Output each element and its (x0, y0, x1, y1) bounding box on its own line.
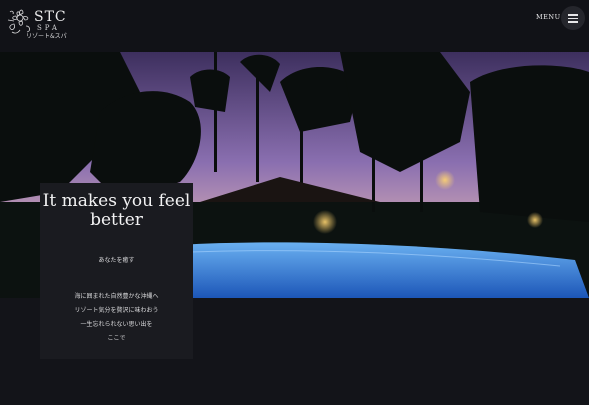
description-line: 一生忘れられない思い出を (80, 321, 153, 328)
hero-card: It makes you feel better あなたを癒す 海に囲まれた自然… (40, 183, 193, 359)
hero-description: 海に囲まれた自然豊かな沖縄へ リゾート気分を贅沢に味わおう 一生忘れられない思い… (40, 290, 193, 346)
site-header: STC SPA リゾート&スパ MENU (0, 0, 589, 52)
menu-label[interactable]: MENU (536, 13, 561, 21)
hero-subtitle: あなたを癒す (98, 257, 135, 264)
logo-sub-brand-text: SPA (37, 24, 60, 32)
logo-tagline: リゾート&スパ (26, 33, 67, 40)
hero-title: It makes you feel better (42, 191, 191, 230)
description-line: 海に囲まれた自然豊かな沖縄へ (74, 293, 159, 300)
description-line: リゾート気分を贅沢に味わおう (74, 307, 159, 314)
logo-brand-text: STC (34, 9, 67, 25)
hamburger-menu-icon (568, 14, 578, 16)
hamburger-menu-button[interactable] (561, 6, 585, 30)
description-line: ここで (107, 335, 126, 342)
logo[interactable]: STC SPA リゾート&スパ (6, 4, 67, 44)
